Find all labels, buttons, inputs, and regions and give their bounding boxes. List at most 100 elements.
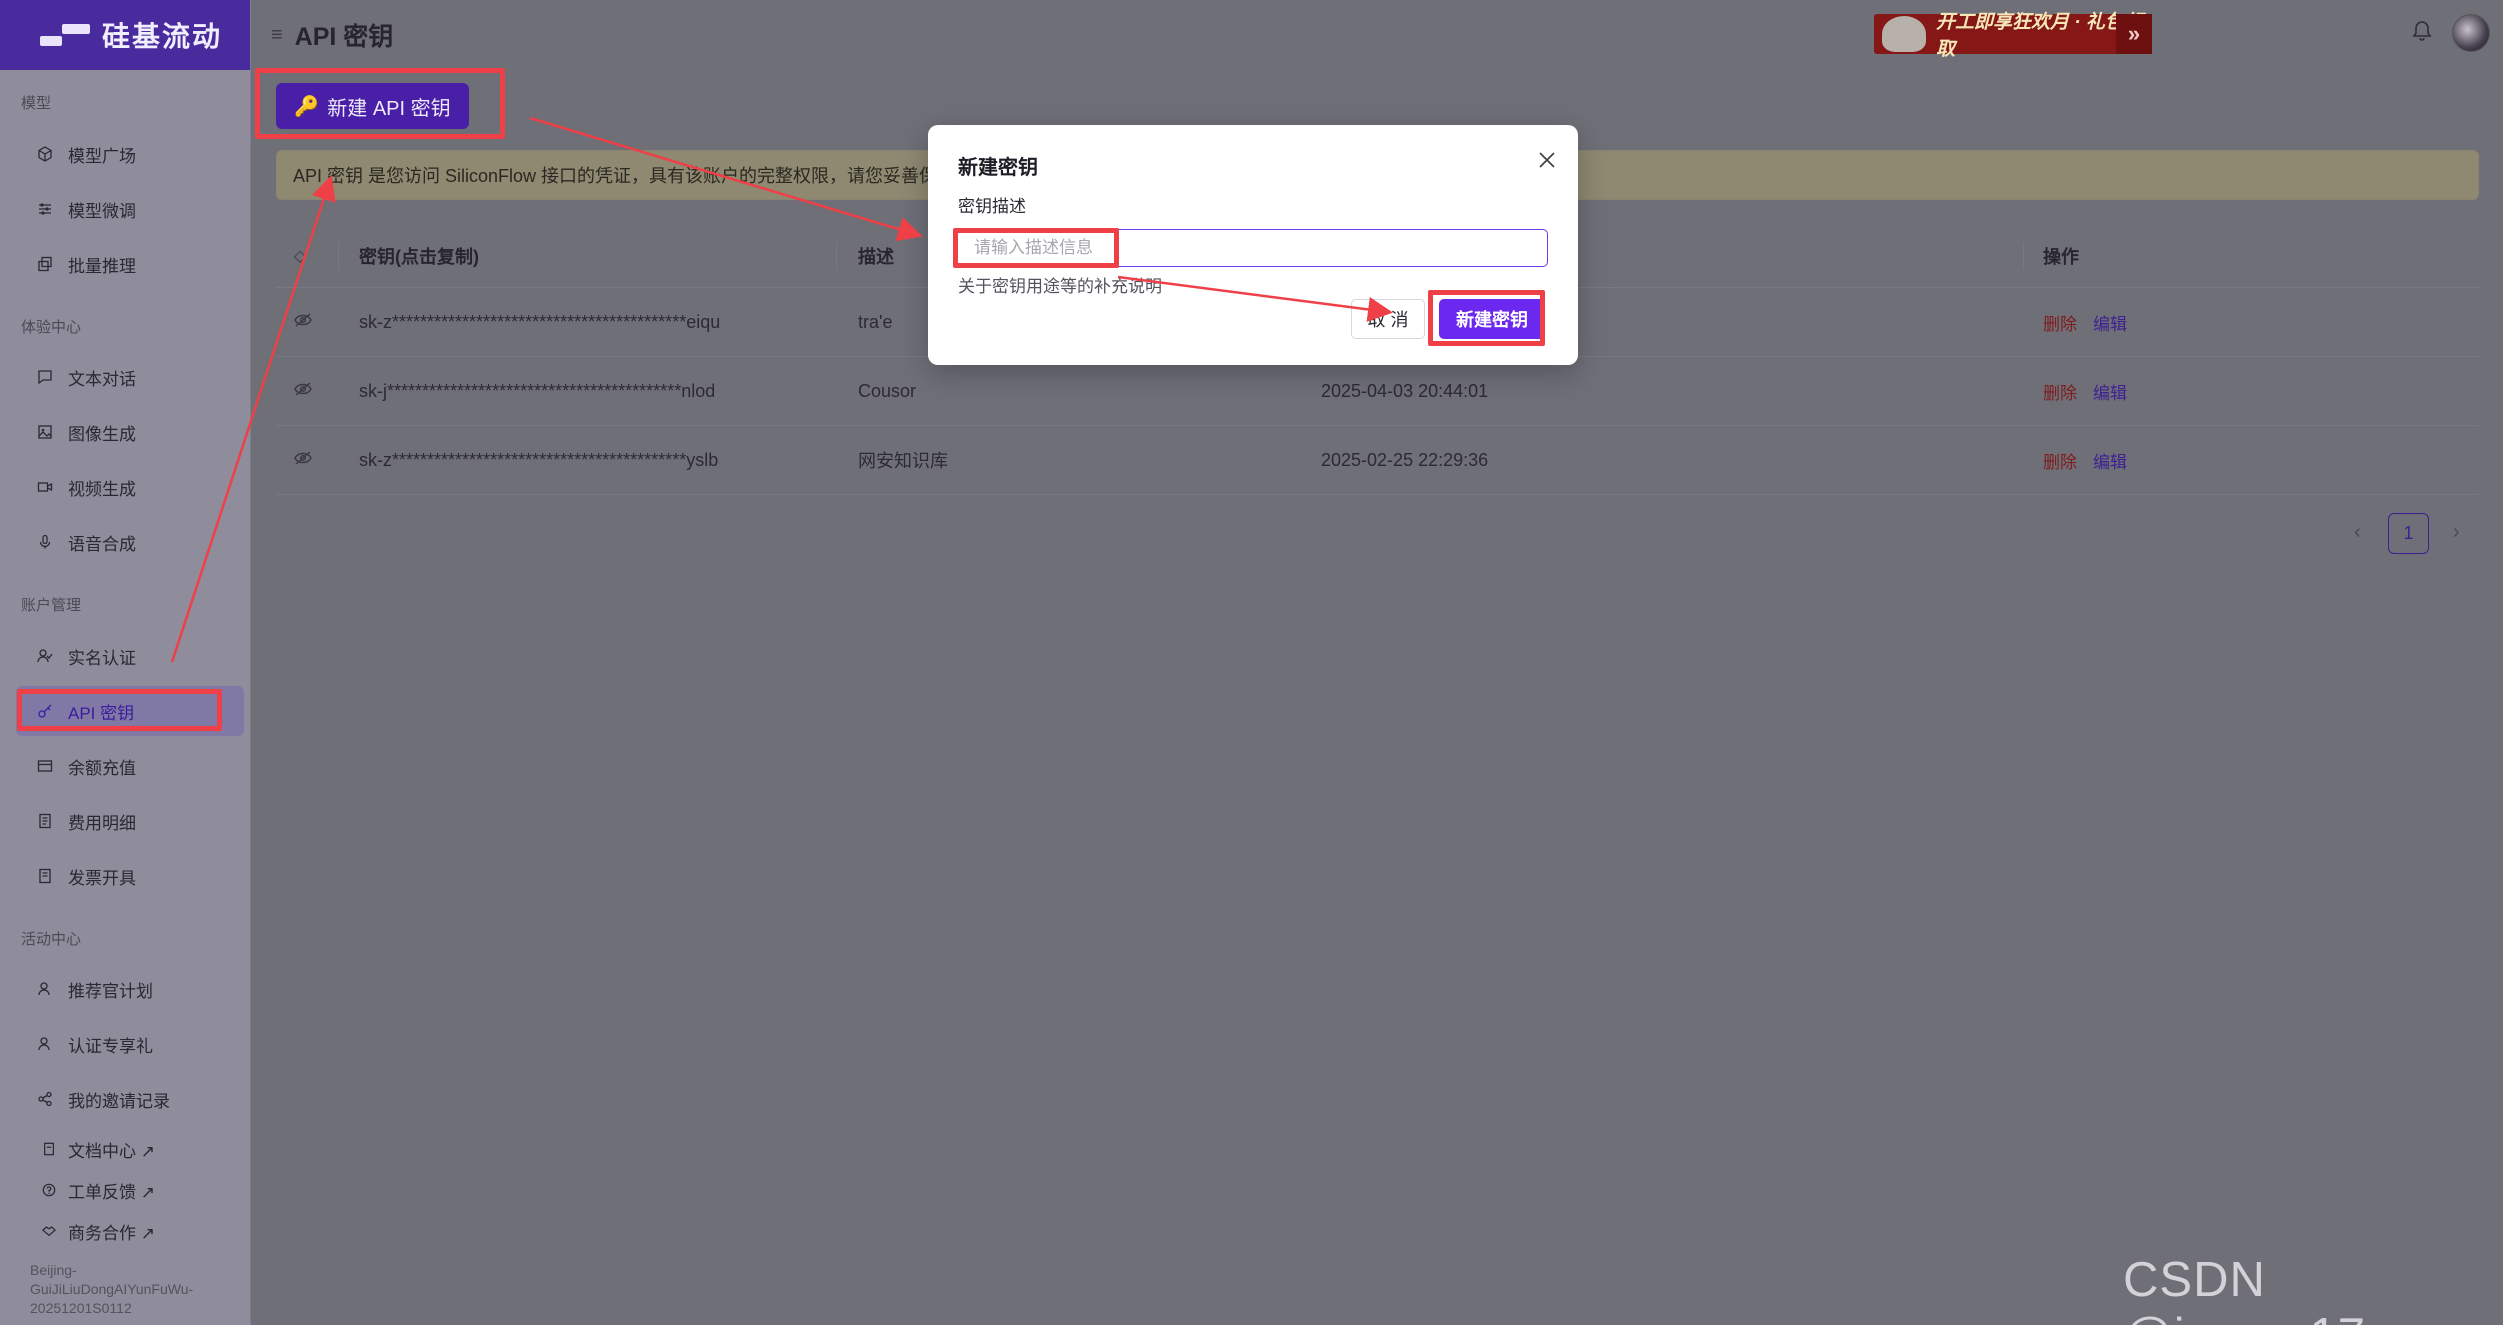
promo-banner[interactable]: 开工即享狂欢月 · 礼包领取 » [1874, 12, 2152, 60]
close-icon[interactable] [1538, 147, 1556, 173]
annotation-box-create [1428, 290, 1545, 346]
section-title-model: 模型 [21, 95, 52, 112]
eye-toggle-icon[interactable]: ◇ [294, 246, 318, 266]
annotation-box-input [953, 228, 1119, 268]
row-actions: 删除 编辑 [2043, 448, 2127, 473]
image-icon [36, 423, 54, 441]
header-desc: 描述 [858, 246, 894, 267]
eye-off-icon[interactable] [294, 381, 318, 401]
bell-icon[interactable] [2412, 20, 2432, 48]
sidebar-item-label: 实名认证 [68, 648, 136, 668]
table-row: sk-j************************************… [276, 357, 2479, 426]
sidebar-link-label: 文档中心 ↗ [68, 1141, 155, 1161]
sliders-icon [36, 200, 54, 218]
delete-link[interactable]: 删除 [2043, 448, 2077, 473]
sidebar-item-label: 推荐官计划 [68, 981, 153, 1001]
modal-field-label: 密钥描述 [958, 197, 1026, 216]
topbar: ≡ API 密钥 [251, 0, 2503, 70]
card-icon [36, 757, 54, 775]
sidebar-item-video-gen[interactable]: 视频生成 [16, 462, 244, 512]
sidebar-item-model-square[interactable]: 模型广场 [16, 129, 244, 179]
sidebar-item-label: 发票开具 [68, 868, 136, 888]
user-check-icon [36, 647, 54, 665]
sidebar-item-label: 视频生成 [68, 479, 136, 499]
sidebar-item-invites[interactable]: 我的邀请记录 [16, 1074, 244, 1124]
edit-link[interactable]: 编辑 [2093, 379, 2127, 404]
user-plus-icon [36, 980, 54, 998]
brand-name: 硅基流动 [102, 21, 223, 52]
delete-link[interactable]: 删除 [2043, 379, 2077, 404]
annotation-box-new-button [255, 68, 505, 139]
doc-icon [40, 1140, 58, 1158]
sidebar-item-label: 余额充值 [68, 758, 136, 778]
sidebar-item-real-name[interactable]: 实名认证 [16, 631, 244, 681]
sidebar-item-label: 我的邀请记录 [68, 1091, 170, 1111]
api-key-value[interactable]: sk-j************************************… [359, 381, 715, 402]
cube-icon [36, 145, 54, 163]
invoice-icon [36, 867, 54, 885]
row-actions: 删除 编辑 [2043, 379, 2127, 404]
account-footer-id: Beijing-GuiJiLiuDongAIYunFuWu-20251201S0… [30, 1262, 194, 1316]
modal-title: 新建密钥 [958, 157, 1038, 179]
sidebar-item-label: 认证专享礼 [68, 1036, 153, 1056]
sidebar-item-label: 费用明细 [68, 813, 136, 833]
sidebar-item-cert-gift[interactable]: 认证专享礼 [16, 1019, 244, 1069]
sidebar-item-fine-tune[interactable]: 模型微调 [16, 184, 244, 234]
share-icon [36, 1090, 54, 1108]
sidebar-item-referral[interactable]: 推荐官计划 [16, 964, 244, 1014]
mascot-icon [1882, 16, 1926, 52]
sidebar-link-ticket[interactable]: 工单反馈 ↗ [40, 1175, 155, 1205]
sidebar-item-label: 模型广场 [68, 146, 136, 166]
brand-logo[interactable]: 硅基流动 [0, 0, 250, 70]
api-key-value[interactable]: sk-z************************************… [359, 312, 720, 333]
sidebar-item-label: 文本对话 [68, 369, 136, 389]
annotation-box-sidebar-api [17, 689, 222, 731]
sidebar-item-image-gen[interactable]: 图像生成 [16, 407, 244, 457]
chat-icon [36, 368, 54, 386]
menu-icon[interactable]: ≡ [271, 24, 283, 47]
api-key-time: 2025-04-03 20:44:01 [1321, 380, 1489, 401]
page-title: API 密钥 [294, 23, 394, 51]
gift-user-icon [36, 1035, 54, 1053]
delete-link[interactable]: 删除 [2043, 310, 2077, 335]
modal-help-text: 关于密钥用途等的补充说明 [958, 277, 1162, 296]
section-title-account: 账户管理 [21, 597, 82, 614]
sidebar-item-tts[interactable]: 语音合成 [16, 517, 244, 567]
sidebar-item-label: 语音合成 [68, 534, 136, 554]
sidebar-item-text-chat[interactable]: 文本对话 [16, 352, 244, 402]
sidebar-item-recharge[interactable]: 余额充值 [16, 741, 244, 791]
sidebar-link-label: 工单反馈 ↗ [68, 1182, 155, 1202]
pager-next-icon[interactable]: › [2453, 521, 2460, 544]
pager-page-1[interactable]: 1 [2388, 513, 2429, 554]
edit-link[interactable]: 编辑 [2093, 310, 2127, 335]
header-ops: 操作 [2043, 246, 2079, 267]
sidebar-link-business[interactable]: 商务合作 ↗ [40, 1216, 155, 1246]
header-key: 密钥(点击复制) [359, 246, 479, 267]
sidebar: 硅基流动 模型 模型广场 模型微调 批量推理 体验中心 文本对话 图像生成 视频… [0, 0, 251, 1325]
row-actions: 删除 编辑 [2043, 310, 2127, 335]
handshake-icon [40, 1222, 58, 1240]
receipt-icon [36, 812, 54, 830]
eye-off-icon[interactable] [294, 450, 318, 470]
sidebar-item-invoice[interactable]: 发票开具 [16, 851, 244, 901]
cancel-button[interactable]: 取 消 [1351, 299, 1425, 339]
section-title-activity: 活动中心 [21, 931, 82, 948]
logo-icon [40, 24, 90, 46]
watermark: CSDN @jemus17 [2123, 1253, 2365, 1325]
sidebar-link-docs[interactable]: 文档中心 ↗ [40, 1134, 155, 1164]
avatar[interactable] [2452, 14, 2490, 52]
layers-icon [36, 255, 54, 273]
mic-icon [36, 533, 54, 551]
eye-off-icon[interactable] [294, 312, 318, 332]
api-key-value[interactable]: sk-z************************************… [359, 450, 718, 471]
sidebar-item-billing[interactable]: 费用明细 [16, 796, 244, 846]
api-key-desc: tra'e [858, 311, 893, 332]
pager-prev-icon[interactable]: ‹ [2354, 521, 2361, 544]
notice-text: API 密钥 是您访问 SiliconFlow 接口的凭证，具有该账户的完整权限… [293, 166, 956, 186]
sidebar-link-label: 商务合作 ↗ [68, 1223, 155, 1243]
sidebar-item-batch[interactable]: 批量推理 [16, 239, 244, 289]
section-title-playground: 体验中心 [21, 319, 82, 336]
api-key-desc: 网安知识库 [858, 451, 948, 471]
edit-link[interactable]: 编辑 [2093, 448, 2127, 473]
table-row: sk-z************************************… [276, 426, 2479, 495]
